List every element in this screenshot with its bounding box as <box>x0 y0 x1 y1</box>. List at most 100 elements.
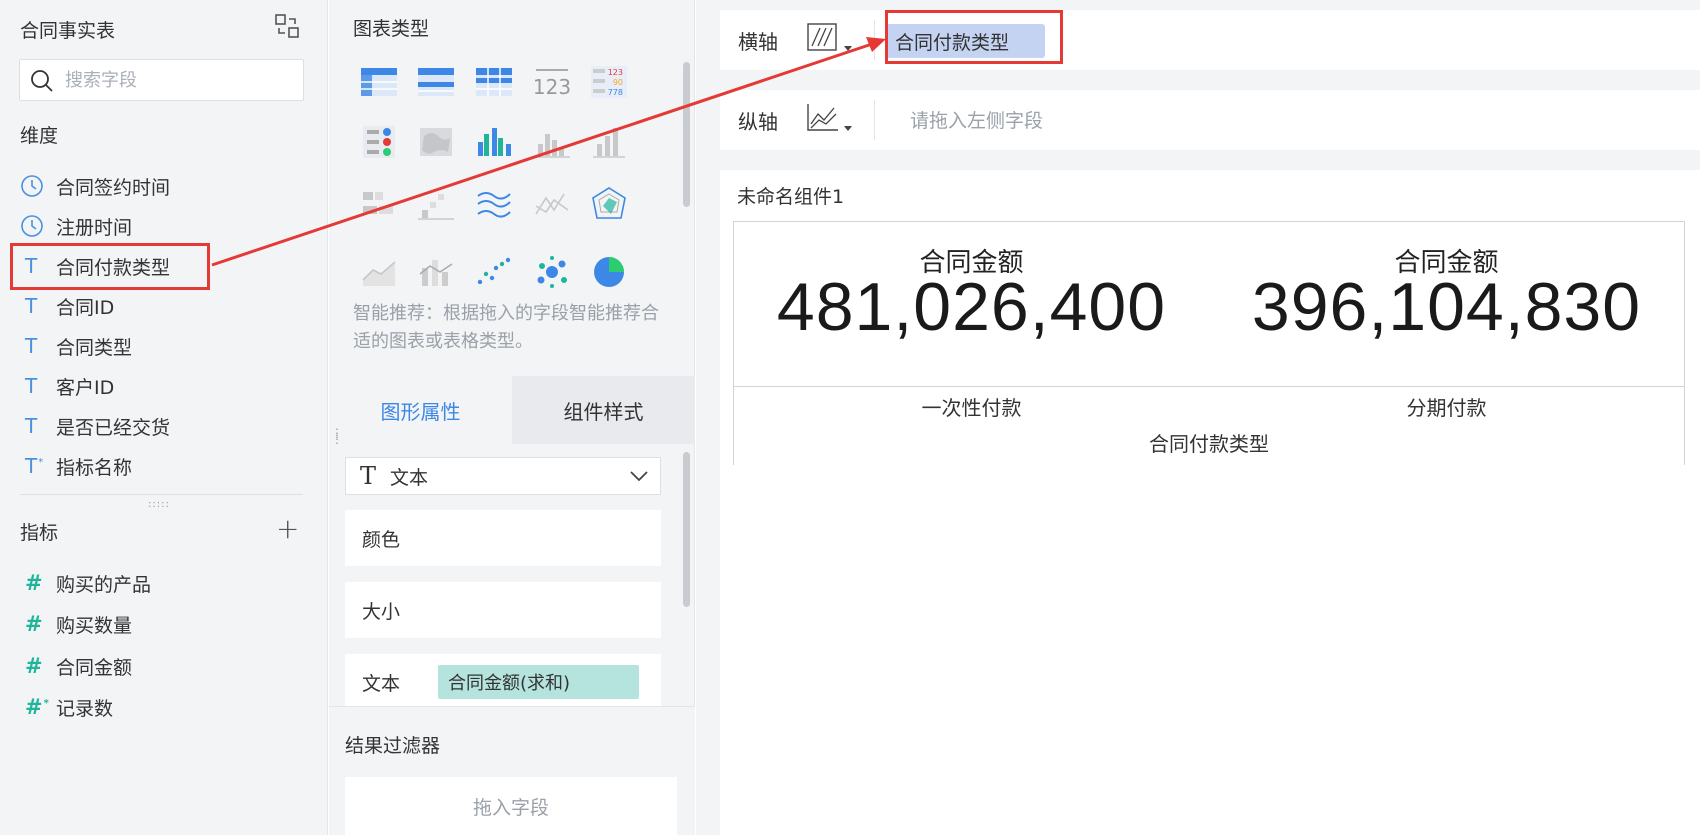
properties-scrollbar[interactable] <box>683 452 690 607</box>
size-label: 大小 <box>362 600 401 623</box>
multi-indicator-icon[interactable] <box>359 124 399 160</box>
table-title: 合同事实表 <box>20 20 116 42</box>
chart-types-heading: 图表类型 <box>353 18 430 40</box>
field-label: 合同金额 <box>56 656 133 679</box>
grouped-bar-icon[interactable] <box>474 124 514 160</box>
smart-recommend-text: 智能推荐：根据拖入的字段智能推荐合适的图表或表格类型。 <box>353 303 659 352</box>
chart-types-scrollbar[interactable] <box>683 62 690 207</box>
measure-field-products[interactable]: # 购买的产品 <box>20 565 305 601</box>
category-label: 分期付款 <box>1406 396 1487 420</box>
x-axis-label: 横轴 <box>738 30 778 54</box>
kpi-cell[interactable]: 合同金额 481,026,400 <box>734 222 1209 387</box>
resize-grip-icon[interactable]: ::::: <box>148 499 170 510</box>
property-tabs: 图形属性 组件样式 <box>329 376 695 444</box>
x-axis-shelf[interactable]: 横轴 合同付款类型 <box>720 10 1700 70</box>
calc-text-type-icon: T* <box>25 454 44 478</box>
y-axis-drop-placeholder: 请拖入左侧字段 <box>910 110 1044 132</box>
dimension-field-contract-type[interactable]: T 合同类型 <box>20 328 305 364</box>
bar-chart-icon[interactable] <box>532 124 572 160</box>
kpi-row: 合同金额 481,026,400 合同金额 396,104,830 <box>734 222 1684 387</box>
filter-drop-zone[interactable]: 拖入字段 <box>345 777 677 835</box>
text-type-icon: T <box>25 374 38 398</box>
highlight-target-box <box>885 10 1063 64</box>
scatter-chart-icon[interactable] <box>474 254 514 290</box>
dimension-field-contract-id[interactable]: T 合同ID <box>20 288 305 324</box>
dimension-field-sign-time[interactable]: 合同签约时间 <box>20 168 305 204</box>
dimension-field-customer-id[interactable]: T 客户ID <box>20 368 305 404</box>
field-label: 合同类型 <box>56 336 133 359</box>
kpi-table: 合同金额 481,026,400 合同金额 396,104,830 一次性付款 … <box>733 221 1685 465</box>
text-type-icon: T <box>25 334 38 358</box>
radar-chart-icon[interactable] <box>589 186 629 222</box>
map-icon[interactable] <box>416 124 456 160</box>
y-axis-label: 纵轴 <box>738 110 778 134</box>
kpi-number-icon[interactable]: 123 <box>532 64 572 100</box>
component-canvas: 未命名组件1 合同金额 481,026,400 合同金额 396,104,830… <box>720 170 1700 835</box>
chevron-down-icon <box>630 471 648 482</box>
axis-separator <box>874 20 875 60</box>
calc-number-type-icon: #* <box>25 695 49 719</box>
add-measure-icon[interactable]: + <box>276 515 299 543</box>
dimension-axis-title: 合同付款类型 <box>1149 432 1269 456</box>
number-type-icon: # <box>25 571 43 595</box>
mark-type-select[interactable]: T 文本 <box>345 457 661 495</box>
group-table-icon[interactable] <box>416 64 456 100</box>
color-property[interactable]: 颜色 <box>345 510 661 566</box>
chart-config-panel: 图表类型 123 123 90 778 智能推荐：根据拖入的字段智能推荐合适的图表或… <box>329 0 695 835</box>
text-type-icon: T <box>25 414 38 438</box>
switch-table-icon[interactable] <box>274 13 300 39</box>
text-property[interactable]: 文本 合同金额(求和) <box>345 654 661 710</box>
search-input[interactable] <box>65 66 295 94</box>
field-label: 购买的产品 <box>56 573 152 596</box>
line-chart-icon[interactable] <box>474 186 514 222</box>
tab-graphic-properties[interactable]: 图形属性 <box>329 376 512 444</box>
multi-line-icon[interactable] <box>532 186 572 222</box>
stacked-bar-icon[interactable] <box>359 186 399 222</box>
field-label: 是否已经交货 <box>56 416 171 439</box>
section-divider <box>20 494 303 495</box>
color-table-icon[interactable]: 12390778 <box>589 64 629 100</box>
result-filter-section: 结果过滤器 拖入字段 <box>329 706 695 835</box>
number-type-icon: # <box>25 612 43 636</box>
kpi-value: 481,026,400 <box>776 269 1167 345</box>
field-label: 合同签约时间 <box>56 176 171 199</box>
field-label: 客户ID <box>56 376 115 399</box>
axis-separator <box>874 100 875 140</box>
dimension-field-register-time[interactable]: 注册时间 <box>20 208 305 244</box>
drag-handle-icon[interactable]: ⋮ ⋮ <box>331 427 343 445</box>
area-chart-icon[interactable] <box>359 254 399 290</box>
measure-field-quantity[interactable]: # 购买数量 <box>20 606 305 642</box>
pie-chart-icon[interactable] <box>589 254 629 290</box>
clock-icon <box>21 175 43 197</box>
cross-table-icon[interactable] <box>474 64 514 100</box>
measure-field-record-count[interactable]: #* 记录数 <box>20 689 305 725</box>
text-field-pill[interactable]: 合同金额(求和) <box>438 665 639 699</box>
detail-table-icon[interactable] <box>359 64 399 100</box>
dimensions-heading: 维度 <box>20 125 59 147</box>
size-property[interactable]: 大小 <box>345 582 661 638</box>
measure-field-amount[interactable]: # 合同金额 <box>20 648 305 684</box>
dimension-field-metric-name[interactable]: T* 指标名称 <box>20 448 305 484</box>
tab-component-style[interactable]: 组件样式 <box>512 376 695 444</box>
category-label: 一次性付款 <box>921 396 1022 420</box>
result-filter-heading: 结果过滤器 <box>345 735 441 757</box>
svg-text:778: 778 <box>608 88 623 97</box>
component-title[interactable]: 未命名组件1 <box>737 182 844 209</box>
column-chart-icon[interactable] <box>589 124 629 160</box>
measures-heading: 指标 <box>20 522 59 544</box>
y-axis-type-icon[interactable] <box>804 102 858 138</box>
waterfall-icon[interactable] <box>416 186 456 222</box>
combo-chart-icon[interactable] <box>416 254 456 290</box>
svg-text:90: 90 <box>613 78 623 87</box>
highlight-source-box <box>10 243 210 290</box>
clock-icon <box>21 215 43 237</box>
kpi-cell[interactable]: 合同金额 396,104,830 <box>1209 222 1684 387</box>
dimension-field-delivered[interactable]: T 是否已经交货 <box>20 408 305 444</box>
svg-text:123: 123 <box>608 68 623 77</box>
text-mark-icon: T <box>359 462 376 490</box>
bubble-chart-icon[interactable] <box>532 254 572 290</box>
mark-type-value: 文本 <box>390 466 429 489</box>
x-axis-type-icon[interactable] <box>804 22 858 58</box>
y-axis-shelf[interactable]: 纵轴 请拖入左侧字段 <box>720 90 1700 150</box>
field-search-box[interactable] <box>19 59 304 101</box>
